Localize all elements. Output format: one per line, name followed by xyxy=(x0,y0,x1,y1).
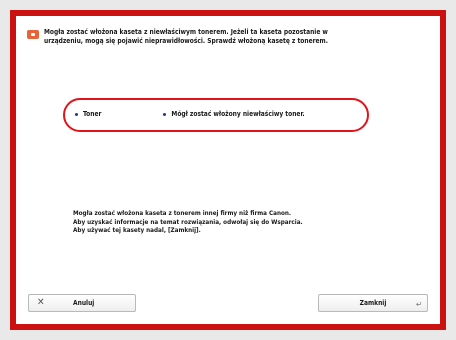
bullet-icon xyxy=(75,112,78,116)
warning-icon xyxy=(27,30,39,39)
info-line-3: Aby używać tej kasety nadal, [Zamknij]. xyxy=(73,227,201,234)
info-line-2: Aby uzyskać informacje na temat rozwiąza… xyxy=(73,218,303,226)
toner-label: Toner xyxy=(83,110,102,118)
close-button-label: Zamknij xyxy=(359,299,387,307)
dialog-panel: Mogła zostać włożona kaseta z niewłaściw… xyxy=(16,16,440,324)
cancel-button-label: Anuluj xyxy=(73,299,95,307)
close-button[interactable]: Zamknij ↵ xyxy=(318,294,428,312)
toner-status-row: Toner Mógł zostać włożony niewłaściwy to… xyxy=(75,110,305,118)
bullet-icon xyxy=(163,112,167,116)
button-bar: ✕ Anuluj Zamknij ↵ xyxy=(16,290,440,324)
cancel-button[interactable]: ✕ Anuluj xyxy=(28,294,136,312)
warning-message-line-1: Mogła zostać włożona kaseta z niewłaściw… xyxy=(44,28,328,36)
enter-icon: ↵ xyxy=(415,300,422,309)
info-line-1: Mogła zostać włożona kaseta z tonerem in… xyxy=(73,210,292,217)
info-text: Mogła zostać włożona kaseta z tonerem in… xyxy=(73,210,393,236)
warning-message: Mogła zostać włożona kaseta z niewłaściw… xyxy=(44,28,429,46)
dialog-frame: Mogła zostać włożona kaseta z niewłaściw… xyxy=(10,10,446,330)
warning-message-line-2: urządzeniu, mogą się pojawić nieprawidło… xyxy=(44,37,328,45)
close-x-icon: ✕ xyxy=(37,297,45,308)
toner-status-text: Mógł zostać włożony niewłaściwy toner. xyxy=(171,110,305,118)
